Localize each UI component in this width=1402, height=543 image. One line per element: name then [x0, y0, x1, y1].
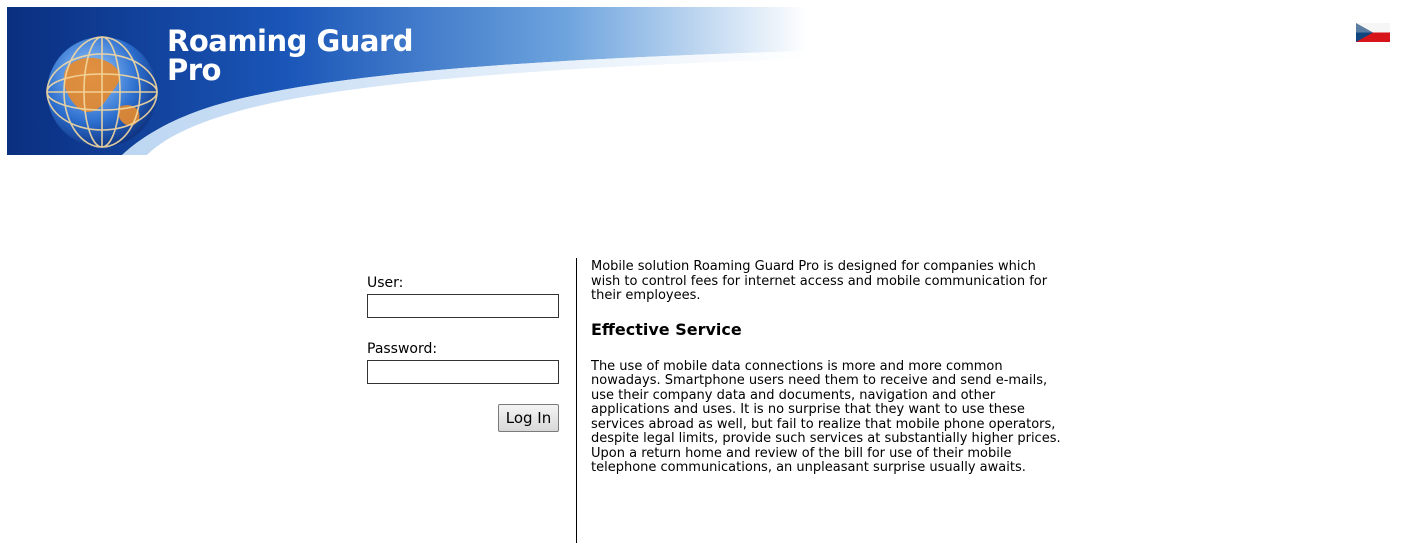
section-heading: Effective Service: [591, 319, 742, 339]
column-divider: [576, 258, 577, 543]
password-input[interactable]: [367, 360, 559, 384]
czech-flag-icon[interactable]: [1356, 23, 1390, 42]
app-title-line2: Pro: [167, 53, 221, 87]
app-title: Roaming Guard Pro: [167, 27, 414, 87]
intro-text: Mobile solution Roaming Guard Pro is des…: [591, 259, 1048, 303]
globe-icon: [46, 36, 158, 148]
user-label: User:: [367, 275, 404, 291]
page: Roaming Guard Pro User: Password: Log In…: [0, 0, 1402, 543]
login-form: User: Password: Log In: [367, 274, 562, 432]
password-label: Password:: [367, 341, 438, 357]
section-body: The use of mobile data connections is mo…: [591, 358, 1061, 475]
header-banner: Roaming Guard Pro: [7, 7, 807, 155]
info-panel: Mobile solution Roaming Guard Pro is des…: [591, 259, 1061, 476]
user-input[interactable]: [367, 294, 559, 318]
login-button[interactable]: Log In: [498, 404, 559, 432]
